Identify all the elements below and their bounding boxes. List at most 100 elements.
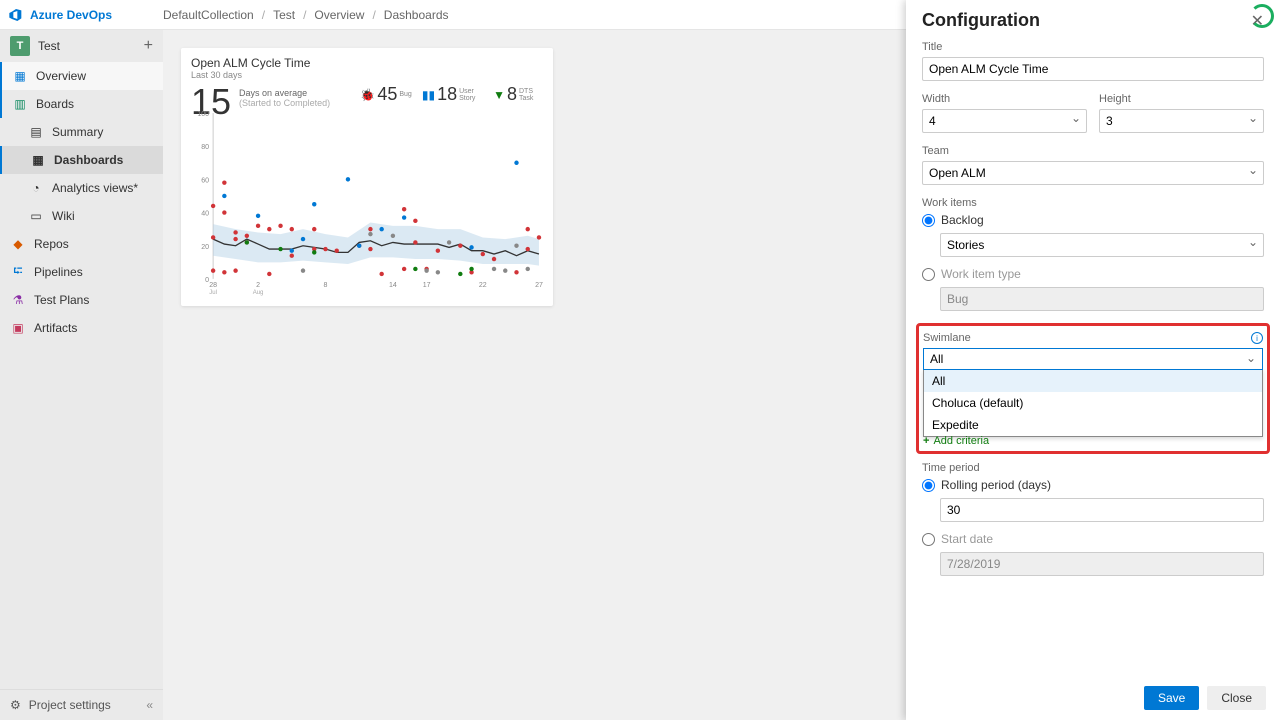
field-size: Width Height [922, 93, 1264, 133]
sidebar-item-analytics[interactable]: ◔ Analytics views* [0, 174, 163, 202]
sidebar-item-label: Wiki [52, 209, 75, 223]
label-team: Team [922, 145, 1264, 157]
panel-header: Configuration ✕ [906, 0, 1280, 37]
radio-startdate-input[interactable] [922, 533, 935, 546]
summary-icon: ▤ [28, 124, 44, 140]
radio-workitemtype[interactable]: Work item type [922, 267, 1264, 281]
sidebar-item-pipelines[interactable]: ⮓ Pipelines [0, 258, 163, 286]
nav: ▦ Overview ▥ Boards ▤ Summary ▦ Dashboar… [0, 62, 163, 342]
swimlane-highlight: Swimlane i All ⌄ All Choluca (default) E… [916, 323, 1270, 454]
sidebar-item-label: Overview [36, 69, 86, 83]
height-select[interactable] [1099, 109, 1264, 133]
pipelines-icon: ⮓ [10, 264, 26, 280]
label-workitems: Work items [922, 197, 1264, 209]
radio-rolling[interactable]: Rolling period (days) [922, 478, 1264, 492]
sidebar-item-repos[interactable]: ◆ Repos [0, 230, 163, 258]
sidebar-item-dashboards[interactable]: ▦ Dashboards [0, 146, 163, 174]
label-width: Width [922, 93, 1087, 105]
project-tile: T [10, 36, 30, 56]
radio-rolling-label: Rolling period (days) [941, 478, 1051, 492]
team-select[interactable] [922, 161, 1264, 185]
svg-text:22: 22 [479, 282, 487, 289]
pill-task: ▼ 8 DTS Task [493, 84, 543, 105]
breadcrumb-sep: / [372, 8, 375, 22]
close-button[interactable]: Close [1207, 686, 1266, 710]
radio-rolling-input[interactable] [922, 479, 935, 492]
gear-icon: ⚙ [10, 698, 21, 712]
widget-subtitle: Last 30 days [191, 70, 543, 80]
sidebar-item-label: Analytics views* [52, 181, 138, 195]
dashboards-icon: ▦ [30, 152, 46, 168]
pill-num: 45 [377, 84, 397, 105]
breadcrumb-item[interactable]: Dashboards [384, 8, 449, 22]
config-panel: Configuration ✕ Title Width Height Team … [906, 0, 1280, 720]
panel-footer: Save Close [906, 676, 1280, 720]
pill-label: User Story [459, 88, 483, 102]
svg-text:Jul: Jul [209, 290, 217, 296]
sidebar-footer[interactable]: ⚙ Project settings « [0, 689, 163, 720]
svg-text:80: 80 [201, 144, 209, 151]
breadcrumb-item[interactable]: Overview [314, 8, 364, 22]
radio-backlog[interactable]: Backlog [922, 213, 1264, 227]
backlog-select[interactable] [940, 233, 1264, 257]
sidebar-item-overview[interactable]: ▦ Overview [0, 62, 163, 90]
pill-label: Bug [399, 91, 411, 98]
rolling-input[interactable] [940, 498, 1264, 522]
label-title: Title [922, 41, 1264, 53]
cycle-time-widget[interactable]: Open ALM Cycle Time Last 30 days 15 Days… [181, 48, 553, 306]
sidebar-item-label: Pipelines [34, 265, 83, 279]
label-timeperiod: Time period [922, 462, 1264, 474]
sidebar-item-label: Test Plans [34, 293, 89, 307]
sidebar-item-label: Summary [52, 125, 103, 139]
brand-text: Azure DevOps [30, 8, 112, 22]
chevron-down-icon: ⌄ [1246, 351, 1256, 365]
width-select[interactable] [922, 109, 1087, 133]
logo-group[interactable]: Azure DevOps [8, 7, 163, 23]
radio-wit-input[interactable] [922, 268, 935, 281]
plus-icon: + [923, 435, 929, 447]
sidebar-item-wiki[interactable]: ▭ Wiki [0, 202, 163, 230]
swimlane-option[interactable]: Choluca (default) [924, 392, 1262, 414]
project-row[interactable]: T Test + [0, 30, 163, 62]
title-input[interactable] [922, 57, 1264, 81]
add-criteria-button[interactable]: + Add criteria [923, 435, 1263, 447]
save-button[interactable]: Save [1144, 686, 1199, 710]
sidebar-item-testplans[interactable]: ⚗ Test Plans [0, 286, 163, 314]
sidebar-item-artifacts[interactable]: ▣ Artifacts [0, 314, 163, 342]
svg-text:100: 100 [197, 111, 209, 118]
repos-icon: ◆ [10, 236, 26, 252]
swimlane-option[interactable]: Expedite [924, 414, 1262, 436]
radio-backlog-label: Backlog [941, 213, 984, 227]
svg-text:27: 27 [535, 282, 543, 289]
artifacts-icon: ▣ [10, 320, 26, 336]
radio-startdate-label: Start date [941, 532, 993, 546]
add-button[interactable]: + [144, 37, 153, 55]
sidebar-item-summary[interactable]: ▤ Summary [0, 118, 163, 146]
wit-input [940, 287, 1264, 311]
overview-icon: ▦ [12, 68, 28, 84]
sidebar-item-boards[interactable]: ▥ Boards [0, 90, 163, 118]
panel-body: Title Width Height Team Work items Backl… [906, 37, 1280, 676]
svg-text:60: 60 [201, 177, 209, 184]
swimlane-option[interactable]: All [924, 370, 1262, 392]
svg-text:20: 20 [201, 244, 209, 251]
project-name: Test [38, 39, 136, 53]
avatar[interactable] [1250, 4, 1274, 28]
radio-startdate[interactable]: Start date [922, 532, 1264, 546]
analytics-icon: ◔ [28, 180, 44, 196]
breadcrumb-item[interactable]: Test [273, 8, 295, 22]
swimlane-value: All [930, 352, 943, 366]
sidebar-item-label: Dashboards [54, 153, 123, 167]
widget-desc: Days on average (Started to Completed) [239, 88, 330, 108]
collapse-icon[interactable]: « [146, 698, 153, 712]
svg-text:2: 2 [256, 282, 260, 289]
testplans-icon: ⚗ [10, 292, 26, 308]
sidebar-item-label: Artifacts [34, 321, 77, 335]
swimlane-dropdown: All Choluca (default) Expedite [923, 369, 1263, 437]
breadcrumb-item[interactable]: DefaultCollection [163, 8, 254, 22]
widget-title: Open ALM Cycle Time [191, 56, 543, 70]
swimlane-select[interactable]: All ⌄ [923, 348, 1263, 370]
info-icon[interactable]: i [1251, 332, 1263, 344]
bug-icon: 🐞 [360, 88, 375, 102]
radio-backlog-input[interactable] [922, 214, 935, 227]
